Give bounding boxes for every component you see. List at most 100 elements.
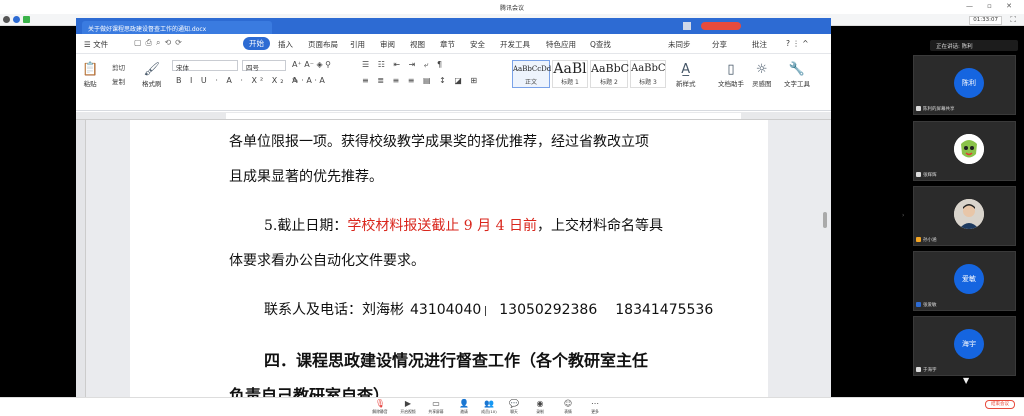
- doc-line-2: 且成果显著的优先推荐。: [229, 169, 383, 185]
- align-buttons[interactable]: ≡ ≣ ≡ ≡ ▤ ↕ ◪ ⊞: [362, 76, 480, 85]
- list-buttons[interactable]: ☰ ☷ ⇤ ⇥ ⤶ ¶: [362, 60, 445, 70]
- meeting-titlebar: 腾讯会议 — ▫ ✕: [0, 0, 1024, 14]
- avatar: [954, 134, 984, 164]
- font-select[interactable]: 宋体: [172, 60, 238, 72]
- new-style-button[interactable]: A̲ 新样式: [676, 62, 696, 88]
- user-icon: [916, 302, 921, 307]
- window-icon[interactable]: [683, 22, 691, 30]
- app-title: 腾讯会议: [499, 5, 524, 12]
- window-controls[interactable]: — ▫ ✕: [966, 2, 1018, 10]
- wps-ribbon: 📋 粘贴 剪切 复制 🖌 格式刷 宋体 四号 A⁺ A⁻ ◈ ⚲ B I U ·…: [76, 54, 831, 111]
- participant-name: 陈利的屏幕共享: [916, 106, 955, 112]
- style-normal[interactable]: AaBbCcDd 正文: [512, 60, 551, 88]
- ruler-track: [226, 113, 741, 119]
- chat-button[interactable]: 💬 聊天: [501, 399, 527, 415]
- participant-card[interactable]: 陈利 陈利的屏幕共享: [913, 55, 1016, 115]
- reactions-button[interactable]: ☺ 表情: [555, 399, 581, 415]
- cut-button[interactable]: 剪切: [112, 62, 125, 72]
- font-grow-icons[interactable]: A⁺ A⁻ ◈ ⚲: [292, 60, 331, 69]
- record-button[interactable]: ◉ 录制: [527, 399, 553, 415]
- account-badge[interactable]: [701, 22, 741, 30]
- highlight-buttons[interactable]: ✎ · A · A: [292, 76, 325, 85]
- wrench-icon: 🔧: [788, 62, 806, 77]
- contact-phone-2: 13050292386: [499, 302, 598, 318]
- help-icons[interactable]: ? ⋮ ^: [786, 39, 809, 48]
- share-button[interactable]: 分享: [712, 39, 727, 50]
- menu-chapter[interactable]: 章节: [440, 39, 455, 50]
- screen-icon: ▭: [432, 399, 440, 408]
- menu-references[interactable]: 引用: [350, 39, 365, 50]
- document-tab[interactable]: 关于做好课程思政建设督查工作的通知.docx: [82, 21, 272, 34]
- doc-helper-icon: ▯: [727, 62, 735, 77]
- invite-icon: 👤: [459, 399, 469, 408]
- quick-access-icons[interactable]: ▢⎙⌕⟲⟳: [134, 38, 186, 48]
- mic-off-icon: 🎙: [374, 399, 386, 408]
- menu-view[interactable]: 视图: [410, 39, 425, 50]
- font-size-select[interactable]: 四号: [242, 60, 286, 72]
- menu-review[interactable]: 审阅: [380, 39, 395, 50]
- menu-insert[interactable]: 插入: [278, 39, 293, 50]
- copy-button[interactable]: 复制: [112, 76, 125, 86]
- end-meeting-button[interactable]: 结束会议: [985, 400, 1015, 409]
- format-painter-button[interactable]: 🖌 格式刷: [142, 62, 162, 88]
- avatar: 陈利: [954, 68, 984, 98]
- doc-helper-button[interactable]: ▯ 文档助手: [718, 62, 744, 88]
- signal-icon: [23, 16, 30, 23]
- participant-card[interactable]: 张辉辉: [913, 121, 1016, 181]
- text-format-buttons[interactable]: B I U · A · X² X₂ A: [176, 76, 300, 85]
- mic-icon: [916, 172, 921, 177]
- menu-start[interactable]: 开始: [243, 37, 270, 50]
- participant-name: 张辉辉: [916, 172, 937, 178]
- style-heading-3[interactable]: AaBbC 标题 3: [630, 60, 666, 88]
- deadline-label: 5.截止日期：: [264, 218, 348, 234]
- menu-page-layout[interactable]: 页面布局: [308, 39, 338, 50]
- style-heading-1[interactable]: AaBl 标题 1: [552, 60, 588, 88]
- paste-button[interactable]: 📋 粘贴: [82, 62, 98, 88]
- horizontal-ruler[interactable]: [76, 112, 831, 120]
- menu-file[interactable]: ☰ 文件: [84, 39, 108, 50]
- menu-dev-tools[interactable]: 开发工具: [500, 39, 530, 50]
- doc-line-4: 体要求看办公自动化文件要求。: [229, 253, 425, 269]
- contact-label: 联系人及电话：刘海彬: [264, 302, 404, 318]
- members-icon: 👥: [484, 399, 494, 408]
- user-icon: [916, 237, 921, 242]
- document-scrollbar[interactable]: [823, 212, 827, 228]
- avatar: [954, 199, 984, 229]
- participant-name: 于海宇: [916, 367, 937, 373]
- inspiration-button[interactable]: ☼ 灵感图: [752, 62, 772, 88]
- search-button[interactable]: Q查找: [590, 39, 611, 50]
- scroll-down-icon[interactable]: ▼: [963, 376, 969, 385]
- participant-card[interactable]: 爱敏 张爱敏: [913, 251, 1016, 311]
- camera-icon: ▶: [404, 399, 412, 408]
- participant-name: 孙小涵: [916, 237, 937, 243]
- cartoon-avatar-icon: [954, 134, 984, 164]
- members-button[interactable]: 👥 成员(10): [476, 399, 502, 415]
- share-screen-button[interactable]: ▭ 共享屏幕: [423, 399, 449, 415]
- text-cursor: [485, 306, 489, 316]
- comment-button[interactable]: 批注: [752, 39, 767, 50]
- fullscreen-icon[interactable]: ⛶: [1010, 15, 1016, 25]
- invite-button[interactable]: 👤 邀请: [451, 399, 477, 415]
- video-button[interactable]: ▶ 开启视频: [395, 399, 421, 415]
- vertical-ruler[interactable]: [76, 120, 86, 397]
- info-icon[interactable]: [3, 16, 10, 23]
- participant-card[interactable]: 海宇 于海宇: [913, 316, 1016, 376]
- lightbulb-icon: ☼: [755, 62, 768, 77]
- deadline-suffix: ，上交材料命名等具: [536, 218, 663, 234]
- shield-icon[interactable]: [13, 16, 20, 23]
- document-page[interactable]: 各单位限报一项。获得校级教学成果奖的择优推荐，经过省教改立项 且成果显著的优先推…: [130, 120, 768, 397]
- chat-icon: 💬: [509, 399, 519, 408]
- deadline-highlight: 学校材料报送截止 9 月 4 日前: [347, 218, 537, 234]
- text-tools-button[interactable]: 🔧 文字工具: [784, 62, 810, 88]
- panel-collapse-icon[interactable]: ›: [902, 212, 904, 219]
- unmute-button[interactable]: 🎙 解除静音: [367, 399, 393, 415]
- more-button[interactable]: ⋯ 更多: [582, 399, 608, 415]
- participant-card[interactable]: 孙小涵: [913, 186, 1016, 246]
- wps-menubar: ☰ 文件 ▢⎙⌕⟲⟳ 开始 插入 页面布局 引用 审阅 视图 章节 安全 开发工…: [76, 34, 831, 54]
- contact-phone-1: 43104040: [410, 302, 482, 318]
- menu-features[interactable]: 特色应用: [546, 39, 576, 50]
- sync-status[interactable]: 未同步: [668, 39, 691, 50]
- menu-security[interactable]: 安全: [470, 39, 485, 50]
- style-heading-2[interactable]: AaBbC 标题 2: [590, 60, 629, 88]
- emoji-icon: ☺: [563, 399, 573, 408]
